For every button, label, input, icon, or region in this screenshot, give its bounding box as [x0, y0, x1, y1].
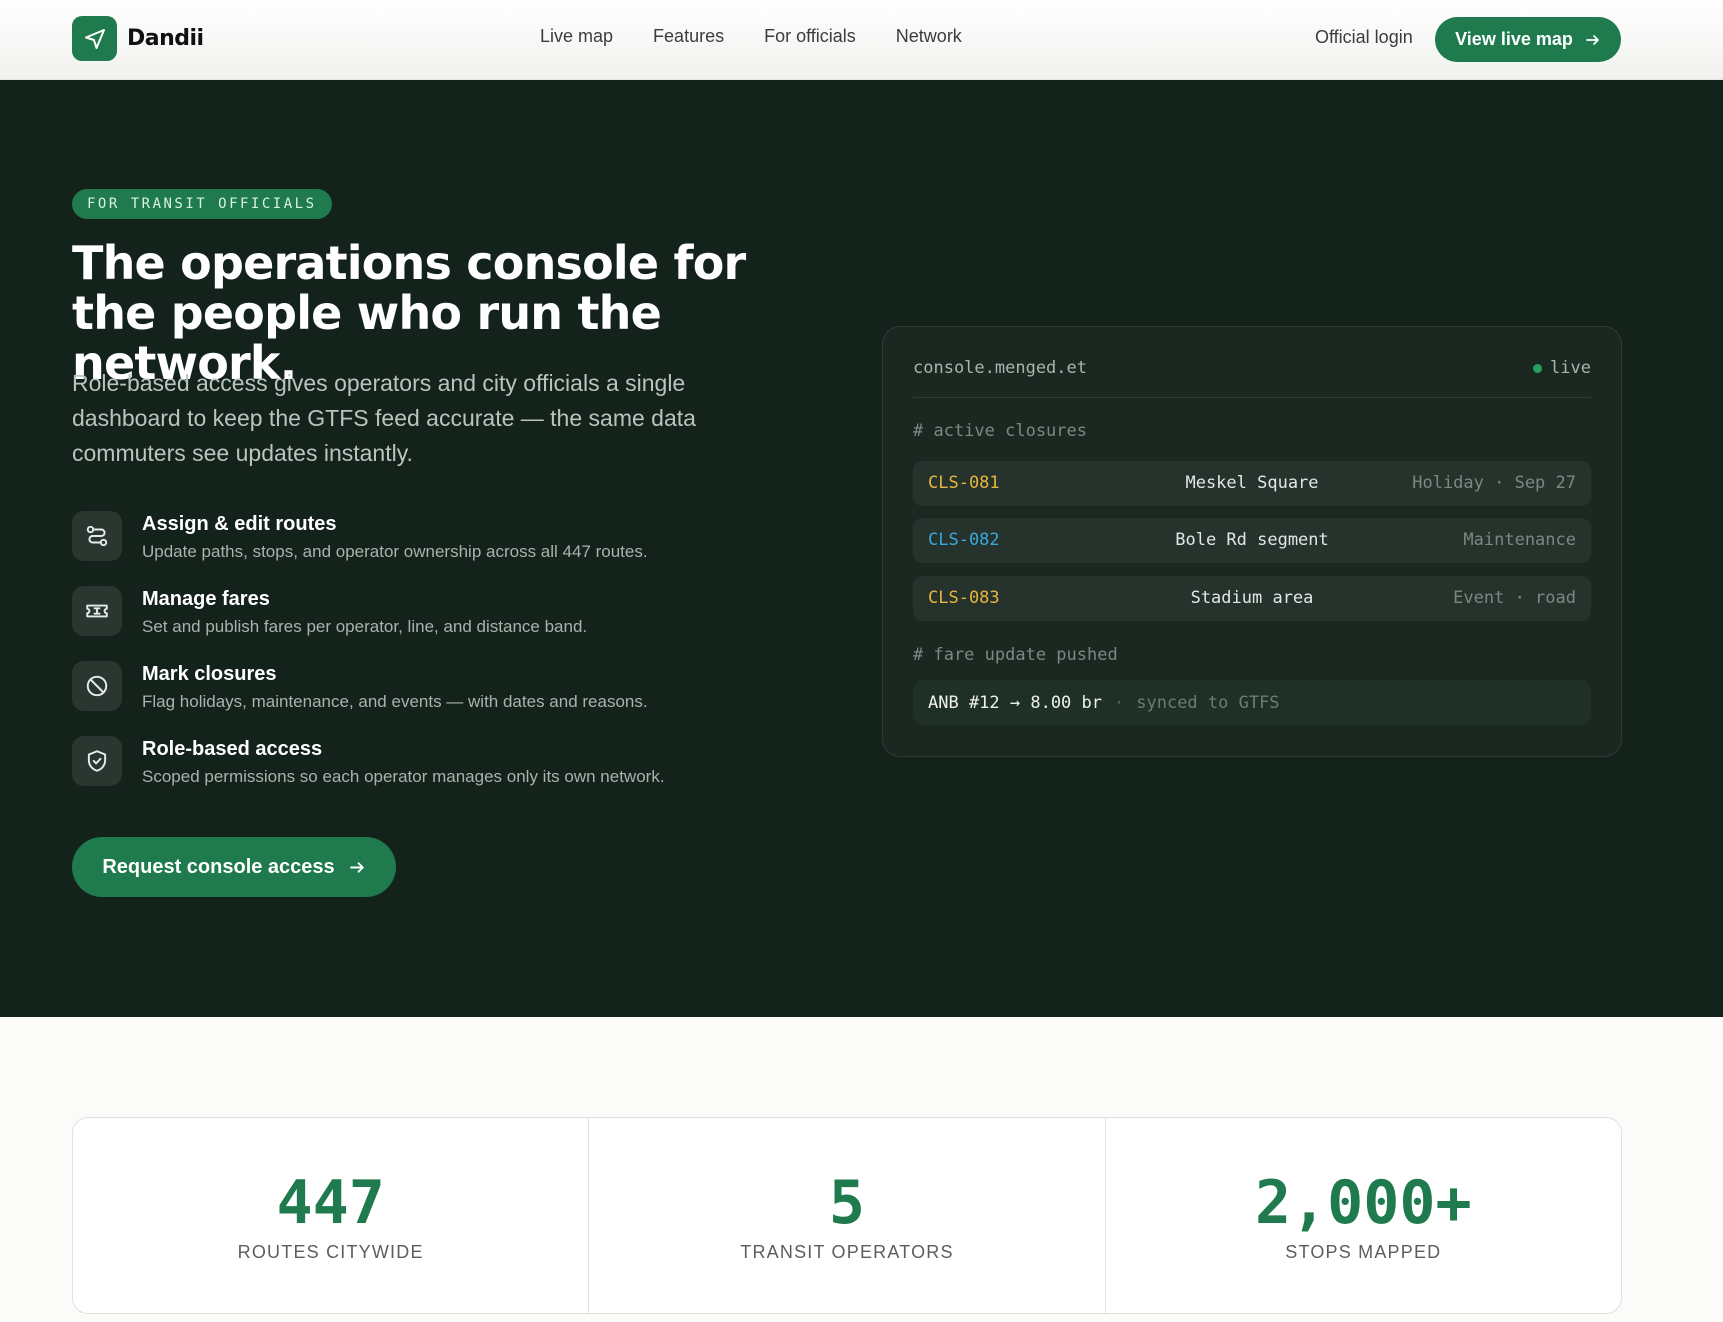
fare-sync-status: synced to GTFS — [1136, 692, 1280, 713]
brand-logo[interactable]: Dandii — [72, 16, 204, 61]
stat-value: 2,000+ — [1254, 1168, 1472, 1238]
official-login-link[interactable]: Official login — [1315, 27, 1413, 48]
view-live-map-button[interactable]: View live map — [1435, 17, 1621, 62]
send-icon — [72, 16, 117, 61]
feature-item-fares: Manage fares Set and publish fares per o… — [72, 586, 772, 661]
closure-tag: Event · road — [1453, 588, 1576, 608]
route-icon — [72, 511, 122, 561]
stat-label: TRANSIT OPERATORS — [740, 1242, 954, 1262]
fare-update-text: ANB #12 → 8.00 br — [928, 692, 1102, 713]
closure-row: CLS-082 Bole Rd segment Maintenance — [913, 518, 1591, 563]
feature-desc: Flag holidays, maintenance, and events —… — [142, 692, 648, 711]
view-live-map-label: View live map — [1455, 29, 1573, 49]
nav-link-features[interactable]: Features — [653, 26, 724, 47]
main-nav: Live map Features For officials Network — [540, 26, 962, 47]
feature-desc: Scoped permissions so each operator mana… — [142, 767, 665, 786]
top-navbar: Dandii Live map Features For officials N… — [0, 0, 1723, 80]
stats-panel: 447 ROUTES CITYWIDE 5 TRANSIT OPERATORS … — [72, 1117, 1622, 1314]
ban-icon — [72, 661, 122, 711]
stat-stops: 2,000+ STOPS MAPPED — [1106, 1118, 1621, 1313]
closures-comment: # active closures — [913, 421, 1087, 441]
feature-desc: Update paths, stops, and operator owners… — [142, 542, 648, 561]
feature-title: Role-based access — [142, 738, 323, 760]
stat-label: STOPS MAPPED — [1285, 1242, 1442, 1262]
feature-title: Assign & edit routes — [142, 513, 337, 535]
stat-label: ROUTES CITYWIDE — [237, 1242, 424, 1262]
live-dot-icon — [1533, 363, 1543, 373]
stat-operators: 5 TRANSIT OPERATORS — [589, 1118, 1106, 1313]
feature-item-routes: Assign & edit routes Update paths, stops… — [72, 511, 772, 586]
nav-link-live-map[interactable]: Live map — [540, 26, 613, 47]
audience-badge: FOR TRANSIT OFFICIALS — [72, 189, 332, 219]
ticket-icon — [72, 586, 122, 636]
closure-row: CLS-081 Meskel Square Holiday · Sep 27 — [913, 461, 1591, 506]
arrow-right-icon — [1585, 34, 1599, 45]
stat-value: 447 — [276, 1168, 385, 1238]
request-console-access-label: Request console access — [102, 855, 335, 878]
shield-check-icon — [72, 736, 122, 786]
console-preview-card: console.menged.et live # active closures… — [882, 326, 1622, 757]
feature-item-closures: Mark closures Flag holidays, maintenance… — [72, 661, 772, 736]
closure-tag: Holiday · Sep 27 — [1412, 473, 1576, 493]
feature-list: Assign & edit routes Update paths, stops… — [72, 511, 772, 811]
fare-update-row: ANB #12 → 8.00 br · synced to GTFS — [913, 680, 1591, 725]
fare-comment: # fare update pushed — [913, 645, 1118, 665]
stat-routes: 447 ROUTES CITYWIDE — [73, 1118, 590, 1313]
console-host: console.menged.et — [913, 358, 1087, 378]
arrow-right-icon — [349, 861, 364, 873]
brand-name: Dandii — [127, 26, 204, 51]
nav-link-network[interactable]: Network — [896, 26, 962, 47]
feature-title: Mark closures — [142, 663, 277, 685]
closure-row: CLS-083 Stadium area Event · road — [913, 576, 1591, 621]
divider — [913, 397, 1591, 398]
fare-separator: · — [1114, 692, 1125, 713]
stat-value: 5 — [828, 1168, 866, 1238]
closure-tag: Maintenance — [1463, 530, 1576, 550]
live-status: live — [1533, 358, 1591, 378]
live-status-label: live — [1550, 358, 1591, 378]
nav-link-for-officials[interactable]: For officials — [764, 26, 856, 47]
feature-desc: Set and publish fares per operator, line… — [142, 617, 588, 636]
feature-item-access: Role-based access Scoped permissions so … — [72, 736, 772, 811]
request-console-access-button[interactable]: Request console access — [72, 837, 396, 897]
feature-title: Manage fares — [142, 588, 270, 610]
hero-section: FOR TRANSIT OFFICIALS The operations con… — [0, 80, 1723, 1017]
hero-subtitle: Role-based access gives operators and ci… — [72, 370, 696, 466]
